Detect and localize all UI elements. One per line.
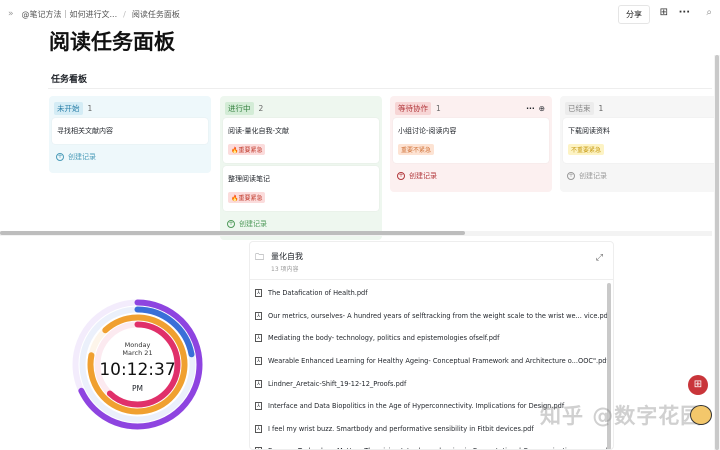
file-item[interactable]: ⅄ Wearable Enhanced Learning for Healthy … [250,350,613,373]
more-icon[interactable]: ··· [679,7,690,18]
task-card[interactable]: 小组讨论-阅读内容 重要不紧急 [393,118,549,163]
task-card[interactable]: 阅读-量化自我-文献 🔥重要紧急 [223,118,379,163]
file-item[interactable]: ⅄ Lindner_Aretaic-Shift_19-12-12_Proofs.p… [250,372,613,395]
share-button[interactable]: 分享 [618,5,650,24]
layout-icon[interactable]: ⊞ [660,7,668,18]
column-status[interactable]: 进行中 [225,101,254,115]
file-item[interactable]: ⅄ Our metrics, ourselves- A hundred years… [250,305,613,328]
clock-day: Monday [124,341,151,349]
create-record-label: 创建记录 [409,172,437,180]
column-status[interactable]: 等待协作 [395,101,431,115]
expand-sidebar-icon[interactable]: » [8,9,14,19]
clock-widget: Monday March 21 10:12:37 PM [70,297,205,432]
plus-icon: + [56,153,64,161]
priority-tag: 🔥重要紧急 [228,192,266,203]
card-title: 整理阅读笔记 [228,175,270,183]
file-name: Interface and Data Biopolitics in the Ag… [268,402,565,411]
pdf-icon: ⅄ [255,311,262,320]
file-name: Our metrics, ourselves- A hundred years … [268,311,611,320]
clock-date: March 21 [122,349,153,357]
task-card[interactable]: 寻找相关文献内容 [52,118,208,144]
breadcrumb-parent[interactable]: @笔记方法｜如何进行文... [22,9,118,20]
pdf-icon: ⅄ [255,424,262,433]
task-card[interactable]: 整理阅读笔记 🔥重要紧急 [223,166,379,211]
file-item[interactable]: ⅄ The Datafication of Health.pdf [250,282,613,305]
horizontal-scrollbar[interactable] [0,231,712,236]
divider [48,88,712,89]
column-header: 等待协作 1 ··· ⊕ [395,101,549,115]
plus-icon: + [397,172,405,180]
pdf-icon: ⅄ [255,357,262,366]
file-item[interactable]: ⅄Because Technology Matters Theorizing I… [250,440,613,449]
kanban-column: 未开始 1 寻找相关文献内容 + 创建记录 [49,96,211,173]
file-name: Wearable Enhanced Learning for Healthy A… [268,357,609,366]
vertical-scrollbar[interactable] [714,55,720,450]
clock-ampm: PM [132,384,143,393]
priority-tag: 🔥重要紧急 [228,144,266,155]
top-bar: » @笔记方法｜如何进行文... / 阅读任务面板 [0,0,720,28]
column-header: 已结束 1 [565,101,719,115]
file-name: Mediating the body- technology, politics… [268,334,500,343]
create-record-button[interactable]: + 创建记录 [563,166,719,186]
pdf-icon: ⅄ [255,379,262,388]
column-count: 2 [258,103,264,113]
task-card[interactable]: 下载阅读资料 不重要紧急 [563,118,719,163]
pdf-icon: ⅄ [255,289,262,298]
clock-time: 10:12:37 [99,360,176,380]
plus-icon: + [227,220,235,228]
page-title: 阅读任务面板 [49,30,175,54]
create-record-label: 创建记录 [239,220,267,228]
create-record-button[interactable]: + 创建记录 [52,147,208,167]
card-title: 下载阅读资料 [568,127,610,135]
watermark: 知乎 @数字花园 [540,404,703,428]
breadcrumb-current[interactable]: 阅读任务面板 [132,9,180,20]
column-status[interactable]: 已结束 [565,101,594,115]
add-icon[interactable]: ⊕ [539,104,545,113]
card-title: 寻找相关文献内容 [57,127,113,135]
create-record-label: 创建记录 [68,153,96,161]
column-status[interactable]: 未开始 [54,101,83,115]
more-icon[interactable]: ··· [526,104,535,113]
breadcrumb-separator: / [123,9,126,19]
priority-tag: 重要不紧急 [398,144,435,155]
expand-icon[interactable]: ⤢ [596,253,603,263]
avatar[interactable] [690,405,712,425]
plus-icon: + [567,172,575,180]
column-count: 1 [436,103,441,113]
file-name: I feel my wrist buzz. Smartbody and perf… [268,424,534,433]
file-name: Lindner_Aretaic-Shift_19-12-12_Proofs.pd… [268,379,407,388]
gift-icon[interactable]: ⊞ [688,375,708,395]
kanban-column: 等待协作 1 ··· ⊕ 小组讨论-阅读内容 重要不紧急 + 创建记录 [390,96,552,192]
card-title: 小组讨论-阅读内容 [398,127,457,135]
search-icon[interactable]: ⌕ [706,7,712,18]
column-count: 1 [598,103,604,113]
column-count: 1 [87,103,93,113]
section-title: 任务看板 [51,75,88,85]
file-item[interactable]: ⅄ Mediating the body- technology, politic… [250,327,613,350]
kanban-column: 进行中 2 阅读-量化自我-文献 🔥重要紧急 整理阅读笔记 🔥重要紧急 + 创建记录 [220,96,382,240]
card-title: 阅读-量化自我-文献 [228,127,290,135]
folder-count: 13 项内容 [271,266,299,273]
priority-tag: 不重要紧急 [568,144,605,155]
create-record-label: 创建记录 [579,172,607,180]
pdf-icon: ⅄ [255,402,262,411]
file-name: The Datafication of Health.pdf [268,289,368,298]
folder-name[interactable]: 量化自我 [271,251,303,262]
pdf-icon: ⅄ [255,334,262,343]
kanban-column: 已结束 1 下载阅读资料 不重要紧急 + 创建记录 [560,96,720,192]
column-header: 未开始 1 [54,101,208,115]
folder-icon: 🗀 [255,253,265,263]
create-record-button[interactable]: + 创建记录 [393,166,549,186]
column-header: 进行中 2 [225,101,379,115]
